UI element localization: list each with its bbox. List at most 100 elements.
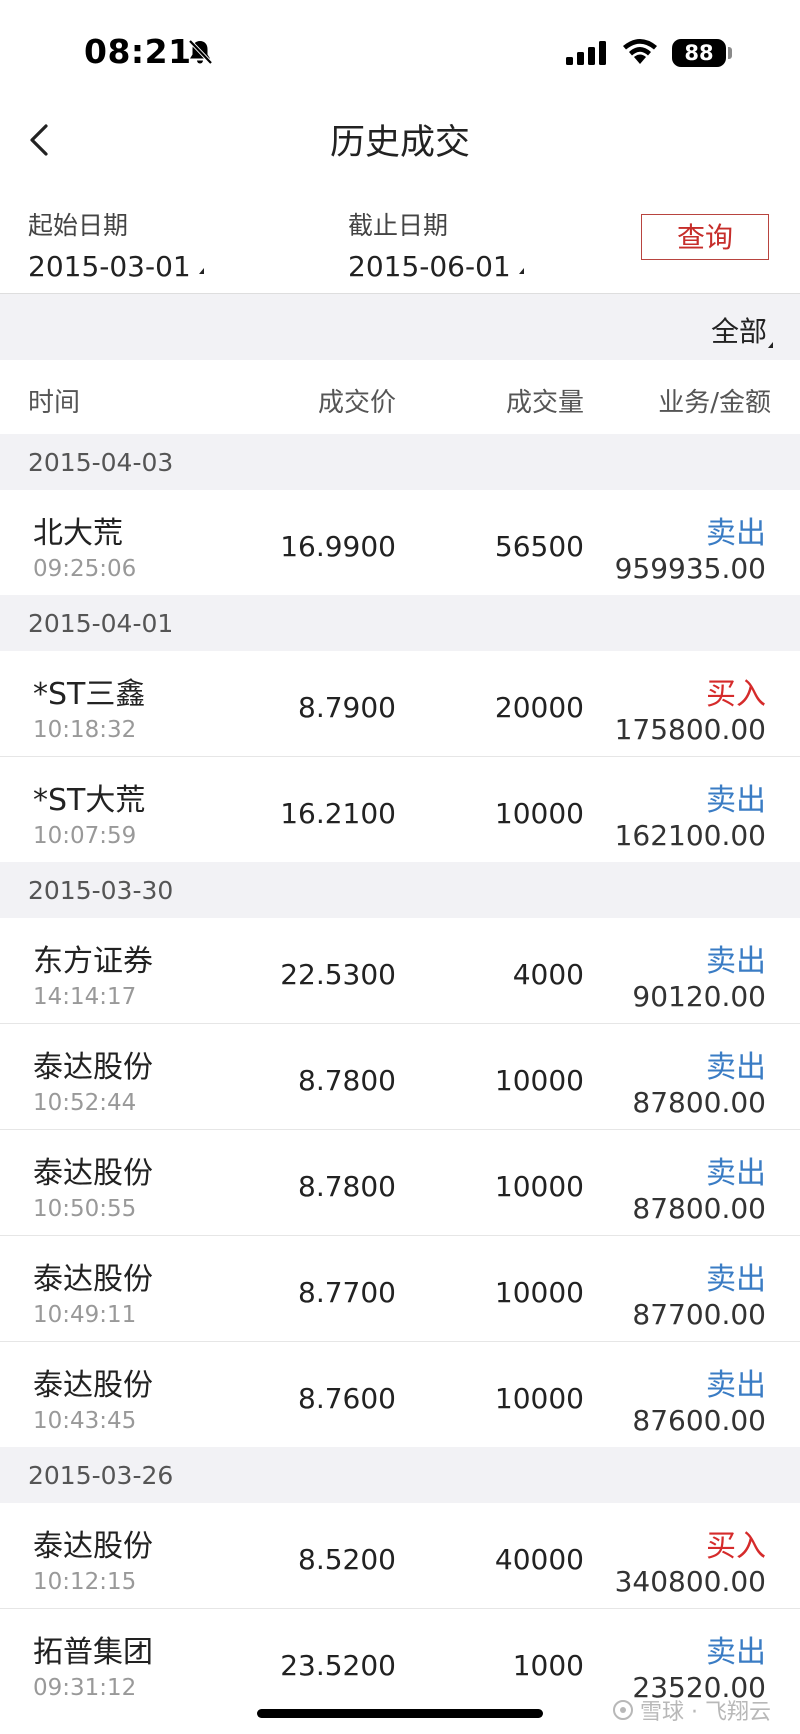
stock-name: 泰达股份: [33, 1529, 153, 1564]
trade-row[interactable]: 泰达股份 10:50:55 8.7800 10000 卖出 87800.00: [0, 1129, 800, 1235]
trade-time: 10:12:15: [33, 1569, 137, 1595]
home-indicator[interactable]: [257, 1709, 543, 1718]
start-date-value: 2015-03-01: [28, 250, 191, 283]
date-group-header: 2015-03-26: [0, 1447, 800, 1503]
column-header-price: 成交价: [317, 388, 396, 418]
trade-time: 09:31:12: [33, 1675, 137, 1701]
trade-row[interactable]: 泰达股份 10:12:15 8.5200 40000 买入 340800.00: [0, 1503, 800, 1608]
trade-row[interactable]: 泰达股份 10:43:45 8.7600 10000 卖出 87600.00: [0, 1341, 800, 1447]
date-group-header: 2015-04-01: [0, 595, 800, 651]
battery-icon: 88: [672, 39, 726, 67]
group-date: 2015-03-26: [28, 1461, 174, 1490]
stock-name: *ST三鑫: [33, 677, 146, 712]
trade-time: 14:14:17: [33, 984, 137, 1010]
trade-amount: 959935.00: [614, 552, 766, 585]
column-header-business-amount: 业务/金额: [658, 388, 771, 418]
trade-amount: 90120.00: [632, 980, 766, 1013]
trade-action: 卖出: [706, 1050, 766, 1085]
column-header-time: 时间: [28, 388, 81, 418]
trade-action: 买入: [706, 1529, 766, 1564]
trade-price: 8.7800: [298, 1170, 396, 1203]
dropdown-caret-icon: [768, 342, 773, 348]
group-date: 2015-04-03: [28, 448, 174, 477]
date-group-header: 2015-04-03: [0, 434, 800, 490]
date-filter: 起始日期 2015-03-01 截止日期 2015-06-01 查询: [0, 200, 800, 292]
trade-action: 买入: [706, 677, 766, 712]
dropdown-caret-icon: [198, 268, 204, 274]
trade-time: 10:52:44: [33, 1090, 137, 1116]
trade-action: 卖出: [706, 1262, 766, 1297]
stock-name: 泰达股份: [33, 1368, 153, 1403]
status-time: 08:21: [84, 32, 192, 71]
trade-price: 16.2100: [280, 797, 396, 830]
trade-quantity: 56500: [494, 530, 584, 563]
end-date-picker[interactable]: 2015-06-01: [348, 250, 524, 283]
cellular-signal-icon: [566, 41, 606, 65]
trade-action: 卖出: [706, 1156, 766, 1191]
trade-quantity: 10000: [494, 1064, 584, 1097]
trade-time: 10:50:55: [33, 1196, 137, 1222]
status-bar: 08:21 88: [0, 0, 800, 100]
date-group-header: 2015-03-30: [0, 862, 800, 918]
trade-row[interactable]: *ST大荒 10:07:59 16.2100 10000 卖出 162100.00: [0, 756, 800, 862]
trade-list: 2015-04-03 北大荒 09:25:06 16.9900 56500 卖出 95993…: [0, 434, 800, 1714]
page-title: 历史成交: [329, 123, 470, 163]
trade-time: 10:43:45: [33, 1408, 137, 1434]
trade-quantity: 10000: [494, 1276, 584, 1309]
trade-action: 卖出: [706, 944, 766, 979]
query-button[interactable]: 查询: [641, 214, 769, 260]
start-date-picker[interactable]: 2015-03-01: [28, 250, 204, 283]
end-date-label: 截止日期: [348, 211, 449, 240]
trade-row[interactable]: 北大荒 09:25:06 16.9900 56500 卖出 959935.00: [0, 490, 800, 595]
battery-cap: [728, 47, 732, 59]
trade-quantity: 10000: [494, 1170, 584, 1203]
trade-time: 09:25:06: [33, 556, 137, 582]
trade-amount: 340800.00: [614, 1565, 766, 1598]
stock-name: 泰达股份: [33, 1156, 153, 1191]
stock-name: *ST大荒: [33, 783, 146, 818]
table-header: 时间 成交价 成交量 业务/金额: [0, 360, 800, 434]
trade-price: 16.9900: [280, 530, 396, 563]
trade-action: 卖出: [706, 1368, 766, 1403]
stock-name: 东方证券: [33, 944, 153, 979]
trade-time: 10:07:59: [33, 823, 137, 849]
trade-price: 22.5300: [280, 958, 396, 991]
trade-action: 卖出: [706, 783, 766, 818]
bell-muted-icon: [188, 39, 213, 65]
trade-price: 23.5200: [280, 1649, 396, 1682]
trade-price: 8.7600: [298, 1382, 396, 1415]
trade-quantity: 20000: [494, 691, 584, 724]
trade-quantity: 4000: [512, 958, 584, 991]
end-date-value: 2015-06-01: [348, 250, 511, 283]
stock-name: 拓普集团: [33, 1635, 153, 1670]
trade-amount: 175800.00: [614, 713, 766, 746]
trade-price: 8.7800: [298, 1064, 396, 1097]
trade-amount: 87600.00: [632, 1404, 766, 1437]
group-date: 2015-04-01: [28, 609, 174, 638]
trade-amount: 87800.00: [632, 1086, 766, 1119]
snowball-logo-icon: [613, 1700, 633, 1720]
stock-name: 北大荒: [33, 516, 123, 551]
trade-quantity: 10000: [494, 1382, 584, 1415]
trade-row[interactable]: 泰达股份 10:52:44 8.7800 10000 卖出 87800.00: [0, 1023, 800, 1129]
group-date: 2015-03-30: [28, 876, 174, 905]
category-select[interactable]: 全部: [711, 310, 767, 350]
start-date-label: 起始日期: [28, 211, 129, 240]
trade-time: 10:18:32: [33, 717, 137, 743]
trade-row[interactable]: *ST三鑫 10:18:32 8.7900 20000 买入 175800.00: [0, 651, 800, 756]
trade-amount: 162100.00: [614, 819, 766, 852]
trade-quantity: 10000: [494, 797, 584, 830]
trade-quantity: 1000: [512, 1649, 584, 1682]
stock-name: 泰达股份: [33, 1262, 153, 1297]
trade-quantity: 40000: [494, 1543, 584, 1576]
trade-price: 8.7900: [298, 691, 396, 724]
wifi-icon: [623, 39, 657, 64]
trade-row[interactable]: 泰达股份 10:49:11 8.7700 10000 卖出 87700.00: [0, 1235, 800, 1341]
stock-name: 泰达股份: [33, 1050, 153, 1085]
trade-amount: 87800.00: [632, 1192, 766, 1225]
category-bar: 全部: [0, 294, 800, 360]
trade-amount: 87700.00: [632, 1298, 766, 1331]
watermark: 雪球 · 飞翔云: [612, 1694, 771, 1726]
trade-price: 8.7700: [298, 1276, 396, 1309]
trade-row[interactable]: 东方证券 14:14:17 22.5300 4000 卖出 90120.00: [0, 918, 800, 1023]
